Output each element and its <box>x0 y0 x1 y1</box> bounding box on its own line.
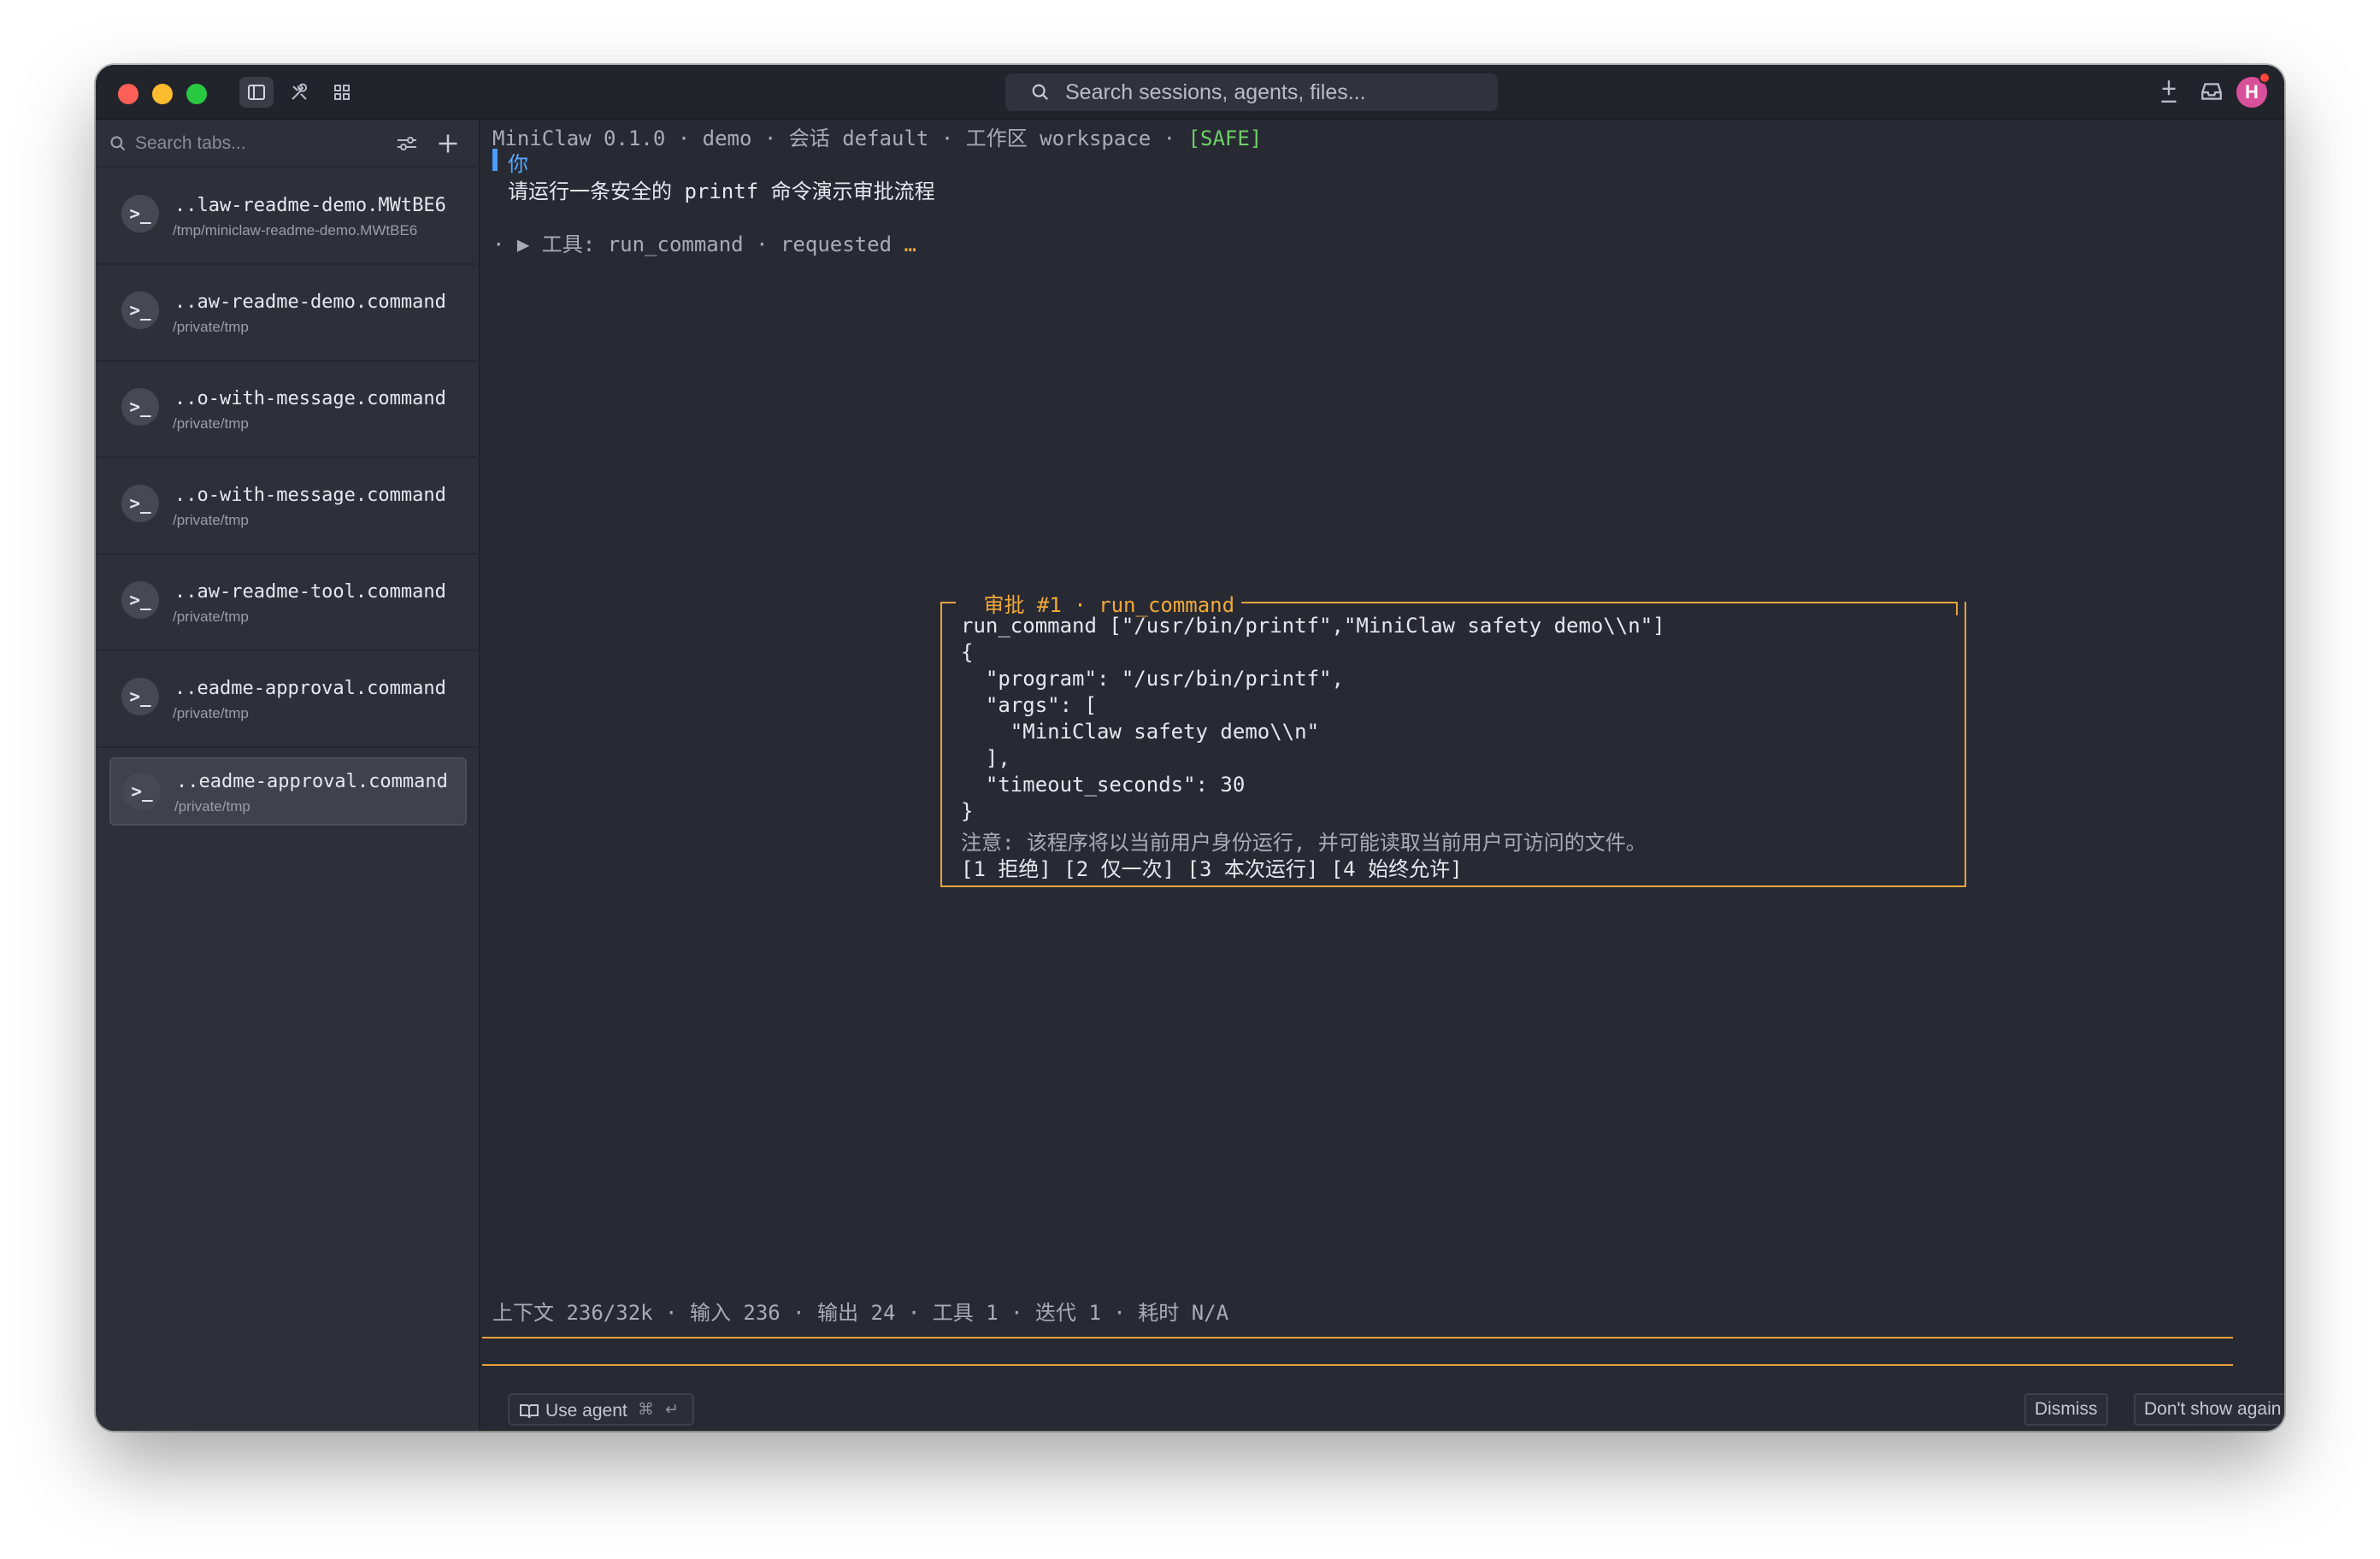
grid-icon <box>334 85 350 100</box>
session-header: MiniClaw 0.1.0 · demo · 会话 default · 工作区… <box>492 121 1262 151</box>
session-tab[interactable]: >_ ..law-readme-demo.MWtBE6 /tmp/minicla… <box>96 169 480 265</box>
session-tab-title: ..aw-readme-tool.command <box>174 581 446 603</box>
terminal-icon: >_ <box>121 485 159 522</box>
session-tab-title: ..eadme-approval.command <box>176 771 448 792</box>
user-label: 你 <box>508 152 528 176</box>
notification-dot <box>2259 72 2271 84</box>
filter-icon[interactable] <box>395 133 419 154</box>
dialog-border <box>1241 602 1958 603</box>
session-tab-title: ..aw-readme-demo.command <box>174 291 446 313</box>
inbox-icon[interactable] <box>2199 79 2224 104</box>
approval-json-line: "timeout_seconds": 30 <box>961 773 1246 797</box>
terminal-icon: >_ <box>121 195 159 232</box>
session-tab-path: /private/tmp <box>174 798 250 815</box>
terminal-icon: >_ <box>121 388 159 426</box>
book-icon <box>520 1404 539 1419</box>
tab-search <box>96 120 480 168</box>
session-tab-title: ..eadme-approval.command <box>174 678 446 699</box>
session-tab[interactable]: >_ ..aw-readme-demo.command /private/tmp <box>96 266 480 362</box>
dont-show-again-button[interactable]: Don't show again <box>2134 1393 2284 1426</box>
session-tab-active[interactable]: >_ ..eadme-approval.command /private/tmp <box>109 757 467 826</box>
download-icon[interactable] <box>2158 79 2180 104</box>
session-header-text: MiniClaw 0.1.0 · demo · 会话 default · 工作区… <box>492 126 1188 150</box>
terminal-icon: >_ <box>121 581 159 619</box>
dialog-border <box>1956 602 1958 615</box>
approval-json-line: { <box>961 640 974 664</box>
approval-dialog[interactable]: 审批 #1 · run_command run_command ["/usr/b… <box>940 593 1966 887</box>
global-search[interactable] <box>1005 74 1498 111</box>
input-border-top <box>482 1337 2233 1338</box>
approval-command-line: run_command ["/usr/bin/printf","MiniClaw… <box>961 614 1665 638</box>
session-tab[interactable]: >_ ..eadme-approval.command /private/tmp <box>96 652 480 748</box>
new-tab-icon[interactable] <box>436 132 460 156</box>
use-agent-button[interactable]: Use agent ⌘ ↵ <box>508 1393 694 1426</box>
toggle-sidebar-button[interactable] <box>239 77 274 108</box>
input-border-bottom <box>482 1364 2233 1366</box>
session-tab-path: /private/tmp <box>173 415 249 432</box>
tool-call-line[interactable]: · ▶ 工具: run_command · requested … <box>492 227 916 257</box>
app-window: H >_ ..law-readme-demo.MWtBE6 /tmp/minic… <box>96 65 2284 1431</box>
approval-json-line: } <box>961 799 974 823</box>
session-tab-path: /private/tmp <box>173 512 249 528</box>
enter-key-hint: ↵ <box>665 1400 679 1419</box>
search-icon <box>1032 84 1049 101</box>
session-tab[interactable]: >_ ..o-with-message.command /private/tmp <box>96 459 480 555</box>
session-tab-path: /private/tmp <box>173 319 249 335</box>
title-bar: H <box>96 65 2284 120</box>
search-icon <box>110 136 126 151</box>
session-tab-title: ..law-readme-demo.MWtBE6 <box>174 195 446 216</box>
minimize-window-button[interactable] <box>152 84 173 104</box>
zoom-window-button[interactable] <box>186 84 207 104</box>
session-tab-title: ..o-with-message.command <box>174 388 446 409</box>
terminal-icon: >_ <box>123 773 161 810</box>
sidebar-icon <box>248 85 265 100</box>
status-line: 上下文 236/32k · 输入 236 · 输出 24 · 工具 1 · 迭代… <box>492 1301 1229 1325</box>
approval-note: 注意: 该程序将以当前用户身份运行, 并可能读取当前用户可访问的文件。 <box>961 831 1647 855</box>
session-tab-path: /tmp/miniclaw-readme-demo.MWtBE6 <box>173 222 418 238</box>
safe-mode-badge: [SAFE] <box>1187 126 1263 150</box>
user-message: 请运行一条安全的 printf 命令演示审批流程 <box>508 179 935 203</box>
approval-json-line: "args": [ <box>961 693 1097 717</box>
terminal-pane[interactable]: MiniClaw 0.1.0 · demo · 会话 default · 工作区… <box>482 120 2284 1431</box>
session-tab[interactable]: >_ ..aw-readme-tool.command /private/tmp <box>96 556 480 651</box>
tools-button[interactable] <box>282 77 316 108</box>
approval-json-line: "MiniClaw safety demo\\n" <box>961 720 1320 744</box>
terminal-icon: >_ <box>121 678 159 715</box>
global-search-input[interactable] <box>1065 79 1476 106</box>
approval-json-line: "program": "/usr/bin/printf", <box>961 667 1344 691</box>
terminal-icon: >_ <box>121 291 159 329</box>
session-tab-title: ..o-with-message.command <box>174 485 446 506</box>
tool-call-pending: … <box>904 232 916 256</box>
grid-view-button[interactable] <box>325 77 359 108</box>
tab-search-input[interactable] <box>135 130 374 157</box>
approval-options[interactable]: [1 拒绝] [2 仅一次] [3 本次运行] [4 始终允许] <box>961 852 1463 882</box>
dialog-border <box>940 602 956 603</box>
approval-json-line: ], <box>961 746 1010 770</box>
tool-call-text: · ▶ 工具: run_command · requested <box>492 232 904 256</box>
tools-icon <box>292 83 308 100</box>
command-key-hint: ⌘ <box>638 1400 654 1419</box>
session-tab[interactable]: >_ ..o-with-message.command /private/tmp <box>96 362 480 458</box>
user-message-marker <box>492 149 498 171</box>
sidebar: >_ ..law-readme-demo.MWtBE6 /tmp/minicla… <box>96 120 480 1431</box>
use-agent-label: Use agent <box>545 1401 627 1421</box>
session-tab-path: /private/tmp <box>173 609 249 625</box>
session-tab-path: /private/tmp <box>173 705 249 721</box>
dismiss-button[interactable]: Dismiss <box>2024 1393 2108 1426</box>
close-window-button[interactable] <box>118 84 138 104</box>
